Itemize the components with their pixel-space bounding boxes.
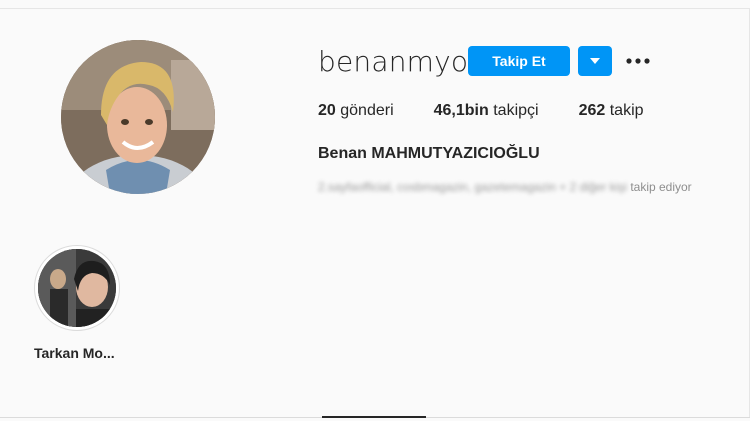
followed-by-names: 2.sayfaofficial, cosbmagazin, gazetemaga… (318, 180, 556, 194)
profile-avatar[interactable] (61, 40, 215, 194)
following-count[interactable]: 262 takip (579, 102, 644, 120)
posts-value: 20 (318, 102, 336, 119)
highlight-cover-image (38, 249, 116, 327)
more-options-icon (626, 58, 650, 64)
profile-full-name: Benan MAHMUTYAZICIOĞLU (318, 145, 540, 162)
followers-value: 46,1bin (433, 102, 489, 119)
highlight-label: Tarkan Mo... (34, 345, 115, 361)
follow-button[interactable]: Takip Et (468, 46, 570, 76)
followed-by-text[interactable]: 2.sayfaofficial, cosbmagazin, gazetemaga… (318, 180, 692, 194)
followers-label: takipçi (493, 102, 539, 119)
followers-count[interactable]: 46,1bin takipçi (434, 102, 539, 120)
posts-count: 20 gönderi (318, 102, 394, 120)
caret-down-icon (590, 58, 600, 64)
profile-username: benanmyo (318, 45, 469, 78)
following-label: takip (609, 102, 644, 119)
following-value: 262 (578, 102, 606, 119)
posts-label: gönderi (340, 102, 394, 119)
profile-stats: 20 gönderi 46,1bin takipçi 262 takip (318, 102, 684, 120)
more-options-button[interactable] (624, 50, 652, 72)
suggestions-dropdown-button[interactable] (578, 46, 612, 76)
story-highlight[interactable]: Tarkan Mo... (34, 245, 122, 361)
highlight-ring (34, 245, 120, 331)
active-tab-indicator (322, 416, 426, 418)
followed-by-others: + 2 diğer kişi (559, 180, 627, 194)
top-divider (0, 8, 750, 9)
followed-by-suffix: takip ediyor (630, 180, 692, 194)
